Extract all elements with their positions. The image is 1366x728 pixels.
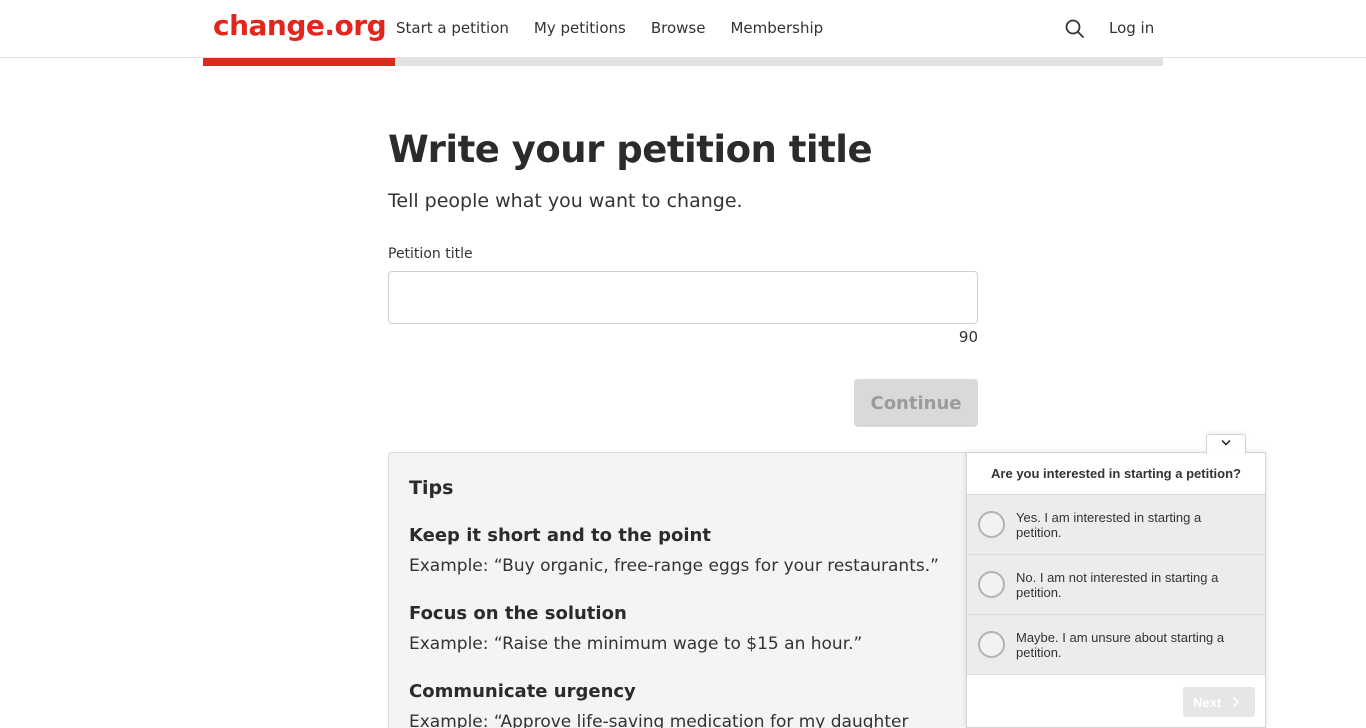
tips-panel: Tips Keep it short and to the point Exam… [388, 452, 998, 728]
survey-option-label: Maybe. I am unsure about starting a peti… [1016, 629, 1225, 660]
radio-button[interactable] [978, 511, 1005, 538]
radio-button[interactable] [978, 631, 1005, 658]
petition-form: Write your petition title Tell people wh… [388, 128, 978, 427]
tip-item: Focus on the solution Example: “Raise th… [409, 603, 977, 655]
tip-title: Communicate urgency [409, 681, 636, 702]
survey-footer: Next [967, 674, 1265, 728]
tip-item: Keep it short and to the point Example: … [409, 525, 977, 577]
progress-bar-fill [203, 58, 395, 66]
tip-example: Example: “Raise the minimum wage to $15 … [409, 634, 863, 654]
login-link[interactable]: Log in [1109, 19, 1154, 37]
survey-option-label: No. I am not interested in starting a pe… [1016, 569, 1219, 600]
nav-start-petition[interactable]: Start a petition [396, 19, 509, 37]
logo[interactable]: change.org [213, 9, 387, 42]
tip-title: Focus on the solution [409, 603, 627, 624]
chevron-down-icon [1221, 440, 1231, 446]
continue-button[interactable]: Continue [854, 379, 978, 427]
survey-next-button[interactable]: Next [1183, 687, 1255, 717]
survey-option-yes[interactable]: Yes. I am interested in starting a petit… [967, 494, 1265, 554]
survey-option-maybe[interactable]: Maybe. I am unsure about starting a peti… [967, 614, 1265, 674]
tip-item: Communicate urgency Example: “Approve li… [409, 681, 977, 728]
tip-example: Example: “Approve life-saving medication… [409, 712, 909, 728]
tip-title: Keep it short and to the point [409, 525, 711, 546]
chevron-right-icon [1233, 697, 1239, 707]
radio-button[interactable] [978, 571, 1005, 598]
petition-title-input[interactable] [388, 271, 978, 324]
page-title: Write your petition title [388, 128, 873, 171]
survey-question: Are you interested in starting a petitio… [991, 466, 1241, 481]
site-header: change.org Start a petition My petitions… [0, 0, 1366, 58]
survey-next-label: Next [1193, 694, 1222, 710]
page-subtitle: Tell people what you want to change. [388, 190, 743, 212]
petition-title-label: Petition title [388, 246, 473, 262]
main-nav: Start a petition My petitions Browse Mem… [396, 19, 848, 37]
nav-membership[interactable]: Membership [730, 19, 823, 37]
survey-option-no[interactable]: No. I am not interested in starting a pe… [967, 554, 1265, 614]
character-counter: 90 [958, 328, 978, 346]
tip-example: Example: “Buy organic, free-range eggs f… [409, 556, 939, 576]
survey-collapse-button[interactable] [1206, 434, 1246, 454]
search-icon[interactable] [1064, 18, 1086, 40]
tips-heading: Tips [409, 477, 454, 499]
nav-browse[interactable]: Browse [651, 19, 706, 37]
nav-my-petitions[interactable]: My petitions [534, 19, 626, 37]
survey-option-label: Yes. I am interested in starting a petit… [1016, 509, 1202, 540]
survey-widget: Are you interested in starting a petitio… [966, 452, 1266, 728]
progress-bar [203, 58, 1163, 66]
